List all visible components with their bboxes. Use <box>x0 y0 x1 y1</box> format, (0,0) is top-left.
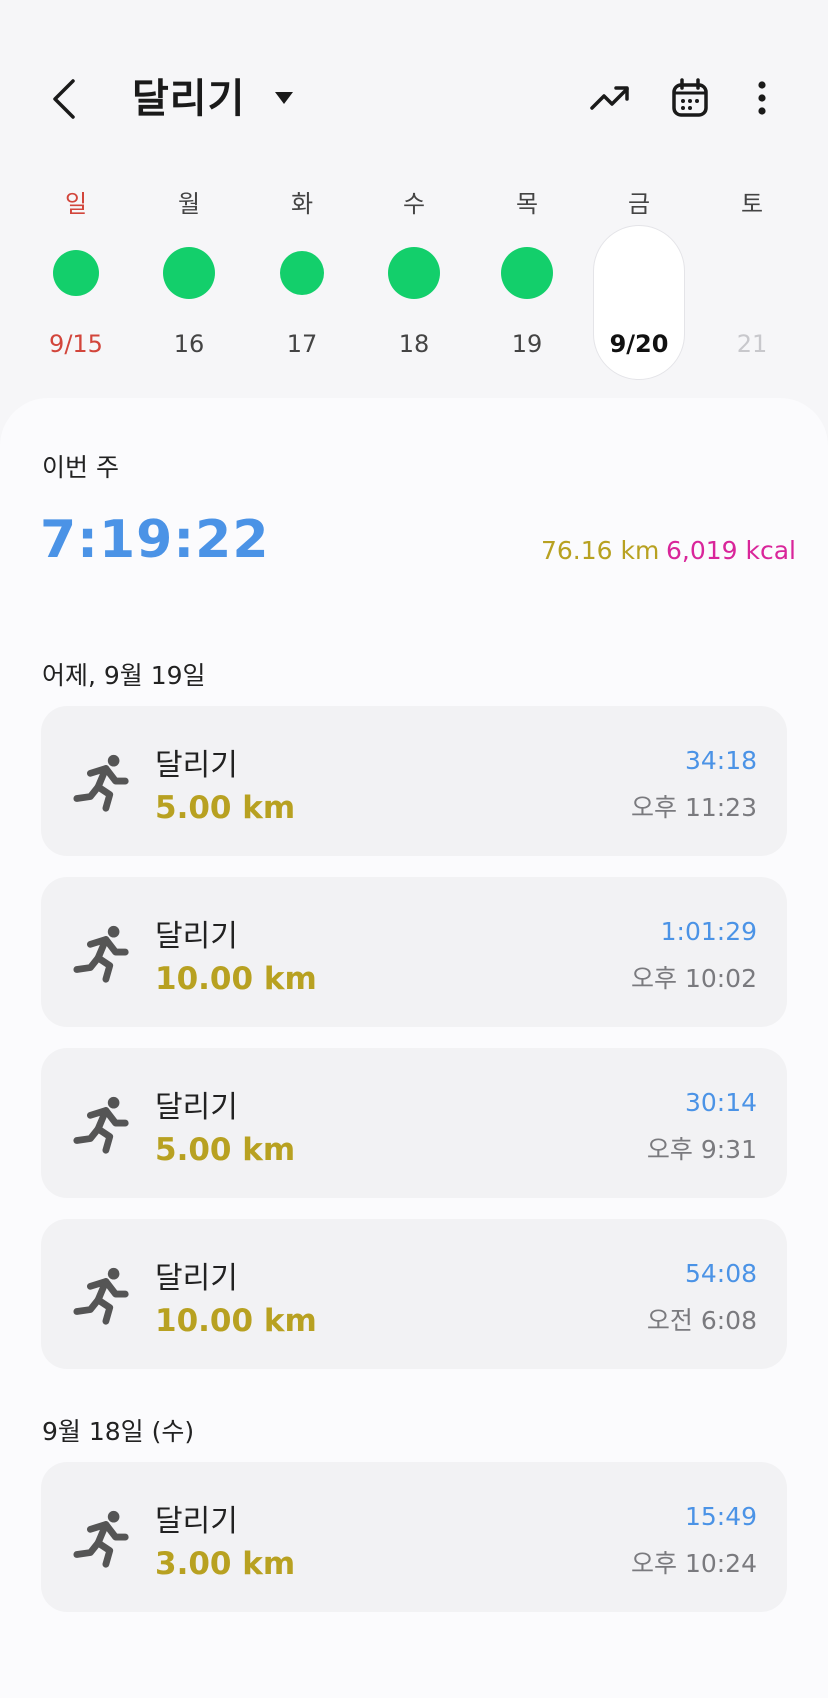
activity-dot <box>388 247 440 299</box>
workout-start-time: 오후 10:24 <box>631 1549 757 1578</box>
running-icon <box>73 925 129 983</box>
workout-title: 달리기 <box>155 1090 238 1125</box>
activity-dot <box>53 250 99 296</box>
more-vert-icon <box>758 81 766 115</box>
weekly-summary-label: 이번 주 <box>42 453 119 482</box>
day-of-week-label: 월 <box>177 190 201 218</box>
weekly-calories: 6,019 kcal <box>666 536 797 565</box>
day-of-week-label: 화 <box>290 190 314 218</box>
workout-duration: 30:14 <box>684 1088 757 1117</box>
workout-distance: 3.00 km <box>155 1546 296 1582</box>
trend-button[interactable] <box>582 70 638 126</box>
workout-distance: 10.00 km <box>155 961 317 997</box>
date-label: 19 <box>511 330 543 358</box>
workout-card[interactable]: 달리기 3.00 km 15:49 오후 10:24 <box>41 1462 787 1612</box>
date-label: 9/15 <box>49 330 103 358</box>
workout-duration: 1:01:29 <box>660 917 757 946</box>
workout-start-time: 오후 9:31 <box>646 1135 757 1164</box>
more-options-button[interactable] <box>734 70 790 126</box>
day-wed[interactable]: 수 18 <box>364 170 464 390</box>
day-of-week-label: 토 <box>740 190 764 218</box>
day-thu[interactable]: 목 19 <box>477 170 577 390</box>
trend-icon <box>590 86 629 110</box>
workout-type-dropdown[interactable] <box>270 84 298 112</box>
page-title[interactable]: 달리기 <box>132 72 245 126</box>
workout-duration: 54:08 <box>684 1259 757 1288</box>
date-label: 9/20 <box>609 330 669 358</box>
day-of-week-label: 일 <box>64 190 88 218</box>
date-label: 17 <box>286 330 318 358</box>
section-date-header: 어제, 9월 19일 <box>42 661 206 690</box>
week-strip: 일 9/15 월 16 화 17 수 18 목 19 금 9/20 토 21 <box>0 170 828 390</box>
day-of-week-label: 금 <box>627 190 651 218</box>
workout-title: 달리기 <box>155 1504 238 1539</box>
workout-card[interactable]: 달리기 5.00 km 34:18 오후 11:23 <box>41 706 787 856</box>
date-label: 18 <box>398 330 430 358</box>
workout-card[interactable]: 달리기 5.00 km 30:14 오후 9:31 <box>41 1048 787 1198</box>
day-fri[interactable]: 금 9/20 <box>589 170 689 390</box>
day-of-week-label: 목 <box>515 190 539 218</box>
day-sat[interactable]: 토 21 <box>702 170 802 390</box>
activity-dot <box>501 247 553 299</box>
calendar-button[interactable] <box>662 70 718 126</box>
workout-distance: 5.00 km <box>155 790 296 826</box>
running-icon <box>73 754 129 812</box>
back-button[interactable] <box>44 72 84 126</box>
weekly-distance: 76.16 km <box>541 536 660 565</box>
section-date-header: 9월 18일 (수) <box>42 1417 195 1446</box>
day-sun[interactable]: 일 9/15 <box>26 170 126 390</box>
running-icon <box>73 1510 129 1568</box>
workout-distance: 10.00 km <box>155 1303 317 1339</box>
running-icon <box>73 1096 129 1154</box>
chevron-left-icon <box>53 79 75 119</box>
day-of-week-label: 수 <box>402 190 426 218</box>
activity-dot <box>163 247 215 299</box>
date-label: 16 <box>173 330 205 358</box>
workout-start-time: 오전 6:08 <box>646 1306 757 1335</box>
workout-title: 달리기 <box>155 748 238 783</box>
workout-duration: 15:49 <box>684 1502 757 1531</box>
day-tue[interactable]: 화 17 <box>252 170 352 390</box>
day-mon[interactable]: 월 16 <box>139 170 239 390</box>
workout-start-time: 오후 11:23 <box>631 793 757 822</box>
top-bar: 달리기 <box>0 0 828 180</box>
workout-duration: 34:18 <box>684 746 757 775</box>
activity-dot <box>280 251 324 295</box>
workout-distance: 5.00 km <box>155 1132 296 1168</box>
calendar-icon <box>672 78 708 117</box>
running-icon <box>73 1267 129 1325</box>
caret-down-icon <box>275 92 293 104</box>
workout-title: 달리기 <box>155 1261 238 1296</box>
workout-card[interactable]: 달리기 10.00 km 54:08 오전 6:08 <box>41 1219 787 1369</box>
date-label: 21 <box>736 330 768 358</box>
workout-start-time: 오후 10:02 <box>631 964 757 993</box>
weekly-total-time: 7:19:22 <box>40 510 270 570</box>
workout-card[interactable]: 달리기 10.00 km 1:01:29 오후 10:02 <box>41 877 787 1027</box>
workout-title: 달리기 <box>155 919 238 954</box>
